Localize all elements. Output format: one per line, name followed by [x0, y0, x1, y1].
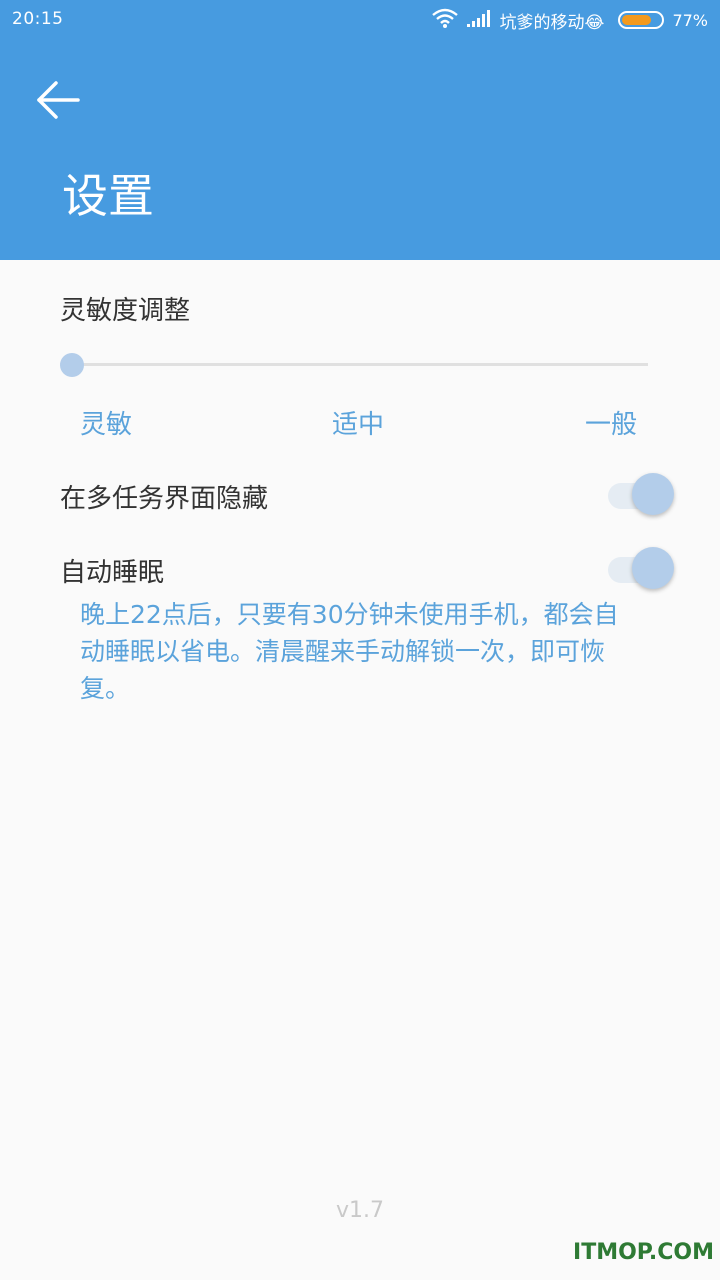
- level-label-medium[interactable]: 适中: [332, 404, 384, 441]
- sensitivity-label: 灵敏度调整: [60, 296, 191, 326]
- watermark: ITMOP.COM: [573, 1240, 714, 1265]
- carrier-name: 坑爹的移动😂: [499, 12, 605, 33]
- sensitivity-slider[interactable]: [60, 350, 648, 380]
- auto-sleep-label: 自动睡眠: [60, 558, 165, 588]
- wifi-icon: [431, 8, 458, 33]
- signal-icon: [466, 8, 492, 33]
- page-title: 设置: [62, 169, 154, 223]
- battery-icon: [618, 11, 665, 29]
- switch-thumb: [632, 547, 674, 589]
- level-label-normal[interactable]: 一般: [585, 404, 637, 441]
- hide-in-multitask-label: 在多任务界面隐藏: [60, 484, 269, 514]
- auto-sleep-description: 晚上22点后，只要有30分钟未使用手机，都会自动睡眠以省电。清晨醒来手动解锁一次…: [80, 600, 619, 703]
- level-label-sensitive[interactable]: 灵敏: [80, 404, 132, 441]
- slider-thumb[interactable]: [60, 353, 84, 377]
- slider-track: [60, 363, 648, 366]
- battery-fill: [622, 15, 652, 25]
- app-version: v1.7: [335, 1198, 384, 1223]
- back-button[interactable]: [28, 72, 88, 132]
- status-icons: 坑爹的移动😂 77%: [424, 6, 708, 34]
- switch-thumb: [632, 473, 674, 515]
- app-header: 20:15 坑爹的移动😂 77% 设置: [0, 0, 720, 260]
- auto-sleep-toggle[interactable]: [608, 547, 674, 591]
- hide-in-multitask-toggle[interactable]: [608, 473, 674, 517]
- status-bar: 20:15 坑爹的移动😂 77%: [0, 0, 720, 40]
- arrow-left-icon: [35, 80, 81, 124]
- battery-percent: 77%: [672, 10, 708, 30]
- status-time: 20:15: [12, 9, 64, 29]
